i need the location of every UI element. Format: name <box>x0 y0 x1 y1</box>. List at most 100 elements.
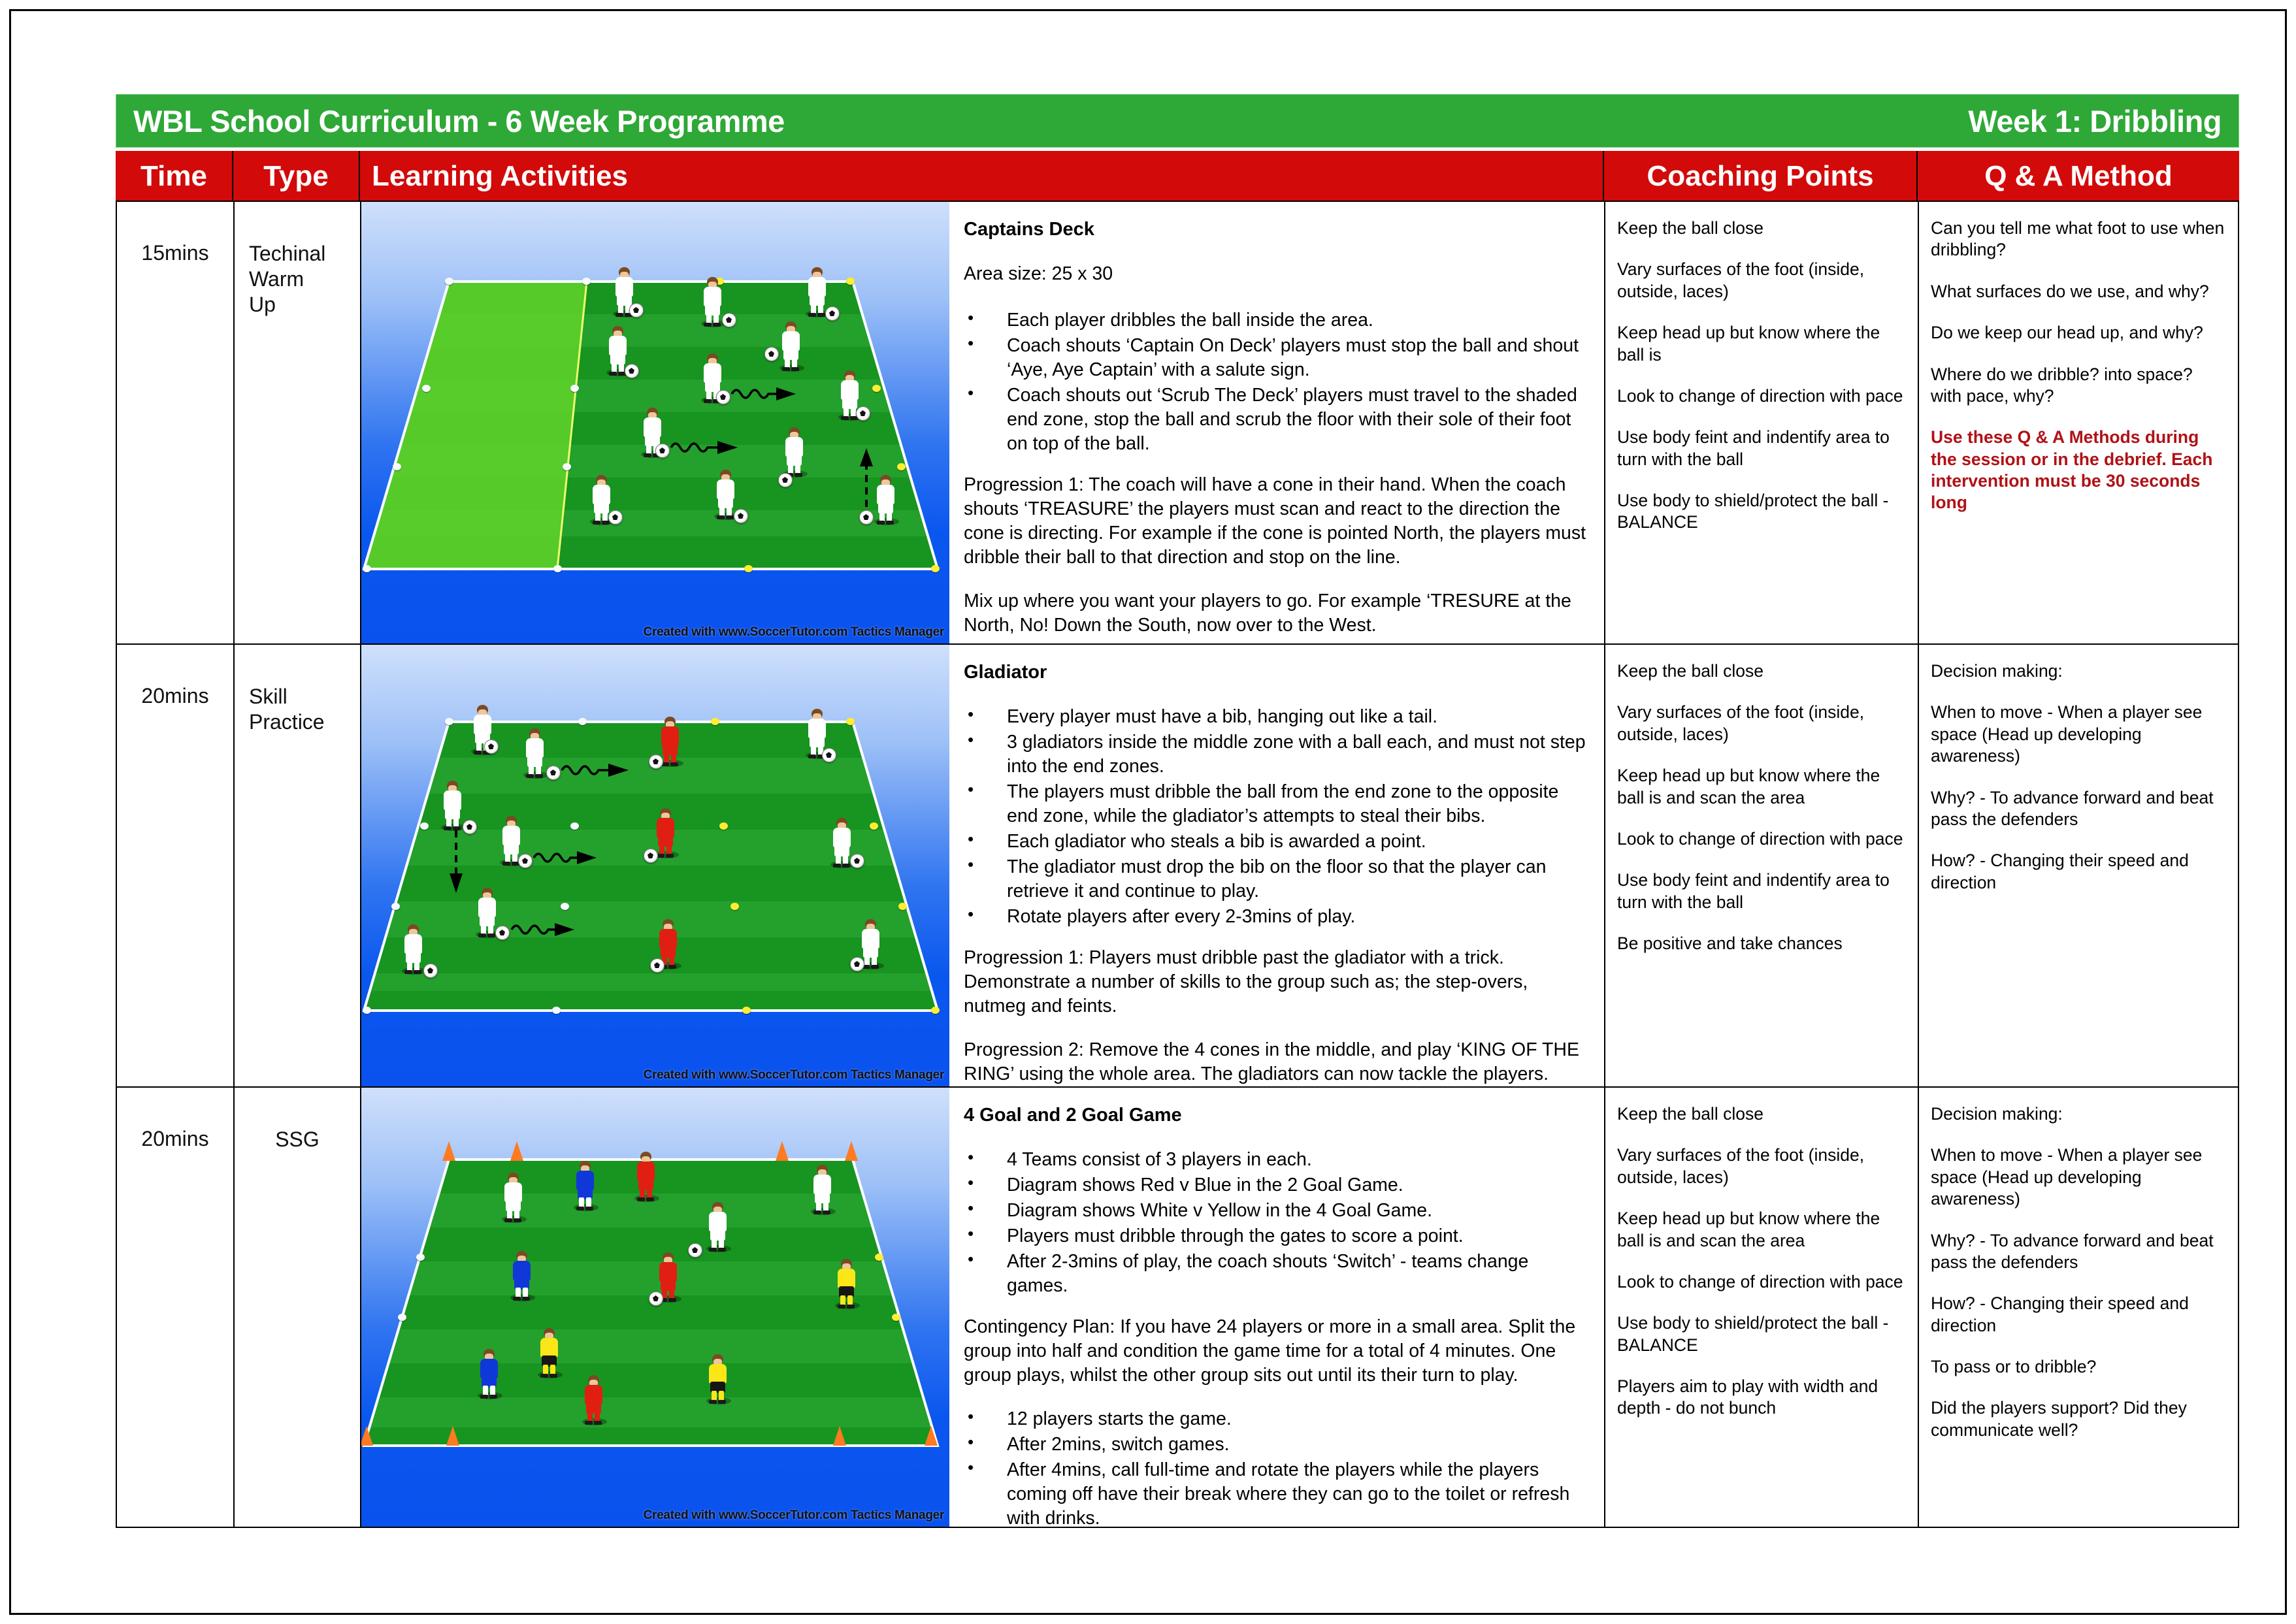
table-row: 20mins Skill Practice Created with www.S… <box>116 643 2239 1088</box>
row-type-1: Skill Practice <box>233 643 360 1088</box>
cone-white <box>570 385 579 392</box>
ball <box>722 313 736 327</box>
column-header-time: Time <box>116 151 233 202</box>
row-time-2: 20mins <box>116 1086 233 1528</box>
cone-yellow <box>931 565 940 572</box>
list-item: Every player must have a bib, hanging ou… <box>964 704 1591 729</box>
player-white <box>714 470 739 520</box>
run-arrow <box>860 448 873 507</box>
row-coaching-points-2: Keep the ball close Vary surfaces of the… <box>1604 1086 1918 1528</box>
row-type-label-1: Skill Practice <box>249 685 325 734</box>
player-blue <box>478 1349 502 1399</box>
cone-white <box>363 565 371 572</box>
player-white <box>811 1165 836 1215</box>
cone-white <box>445 718 453 725</box>
diagram-watermark: Created with www.SoccerTutor.com Tactics… <box>643 1068 945 1082</box>
table-row: 15mins Techinal Warm Up Created with www… <box>116 201 2239 645</box>
coaching-point: Keep head up but know where the ball is … <box>1617 1209 1880 1250</box>
title-bar: WBL School Curriculum - 6 Week Programme… <box>116 94 2239 148</box>
column-header-coaching-points: Coaching Points <box>1604 151 1918 202</box>
diagram-watermark: Created with www.SoccerTutor.com Tactics… <box>643 1508 945 1522</box>
ball <box>655 444 670 458</box>
ball <box>518 854 533 868</box>
qa-item: To pass or to dribble? <box>1931 1357 2097 1376</box>
cone-white <box>552 1007 561 1014</box>
row-type-0: Techinal Warm Up <box>233 201 360 645</box>
cone-white <box>578 718 587 725</box>
ball <box>625 364 639 378</box>
activity-paragraph: Progression 1: Players must dribble past… <box>964 947 1528 1017</box>
row-qa-0: Can you tell me what foot to use when dr… <box>1918 201 2239 645</box>
column-header-learning-activities: Learning Activities <box>360 151 1604 202</box>
cone-yellow <box>846 718 855 725</box>
coaching-point: Keep head up but know where the ball is … <box>1617 766 1880 807</box>
ball <box>546 766 561 780</box>
cone-white <box>416 1254 425 1261</box>
player-white <box>806 267 830 317</box>
list-item: Players must dribble through the gates t… <box>964 1223 1591 1248</box>
coaching-point: Keep head up but know where the ball is <box>1617 323 1880 365</box>
table-header-row: Time Type Learning Activities Coaching P… <box>116 151 2239 202</box>
activity-title-1: Gladiator <box>964 662 1047 683</box>
table-row: 20mins SSG Created with www.SoccerTutor.… <box>116 1086 2239 1528</box>
ball <box>650 958 664 973</box>
qa-item: Do we keep our head up, and why? <box>1931 323 2203 343</box>
row-qa-2: Decision making: When to move - When a p… <box>1918 1086 2239 1528</box>
ball <box>649 755 663 769</box>
ball <box>629 303 644 317</box>
player-white <box>701 277 726 327</box>
cone-yellow <box>846 278 855 285</box>
diagram-watermark: Created with www.SoccerTutor.com Tactics… <box>643 625 945 639</box>
ball <box>644 849 658 863</box>
player-white <box>523 728 548 779</box>
row-type-2: SSG <box>233 1086 360 1528</box>
player-white <box>783 427 808 478</box>
row-time-0: 15mins <box>116 201 233 645</box>
run-arrow <box>450 830 463 893</box>
list-item: Diagram shows White v Yellow in the 4 Go… <box>964 1197 1591 1223</box>
page-title: WBL School Curriculum - 6 Week Programme <box>133 103 785 138</box>
dribble-arrow <box>730 387 796 400</box>
activity-paragraph: Progression 2: Remove the 4 cones in the… <box>964 1039 1580 1085</box>
dribble-arrow <box>561 764 629 777</box>
cone-white <box>393 463 401 470</box>
qa-item: How? - Changing their speed and directio… <box>1931 851 2189 892</box>
activity-bullets-2: 4 Teams consist of 3 players in each. Di… <box>964 1146 1591 1298</box>
week-label: Week 1: Dribbling <box>1968 103 2222 138</box>
qa-item: Decision making: <box>1931 661 2063 681</box>
row-learning-activities-0: Created with www.SoccerTutor.com Tactics… <box>360 201 1604 645</box>
gladiator-diagram: Created with www.SoccerTutor.com Tactics… <box>361 645 949 1086</box>
list-item: The players must dribble the ball from t… <box>964 779 1591 828</box>
cone-orange <box>361 1426 373 1446</box>
cone-orange <box>442 1141 455 1161</box>
activity-text-0: Captains Deck Area size: 25 x 30 Each pl… <box>949 202 1604 643</box>
coaching-point: Use body to shield/protect the ball - BA… <box>1617 1313 1889 1355</box>
list-item: 3 gladiators inside the middle zone with… <box>964 729 1591 779</box>
ball <box>463 820 477 834</box>
qa-item: Did the players support? Did they commun… <box>1931 1398 2187 1440</box>
row-coaching-points-1: Keep the ball close Vary surfaces of the… <box>1604 643 1918 1088</box>
cone-white <box>561 903 569 910</box>
ball <box>850 957 864 971</box>
cone-white <box>582 278 591 285</box>
cone-white <box>391 903 400 910</box>
player-white <box>830 818 855 868</box>
activity-text-2: 4 Goal and 2 Goal Game 4 Teams consist o… <box>949 1088 1604 1527</box>
activity-bullets-2b: 12 players starts the game. After 2mins,… <box>964 1406 1591 1527</box>
qa-item: When to move - When a player see space (… <box>1931 702 2203 766</box>
player-blue <box>574 1161 599 1211</box>
cone-yellow <box>897 463 906 470</box>
coaching-point: Use body feint and indentify area to tur… <box>1617 870 1890 912</box>
activity-text-1: Gladiator Every player must have a bib, … <box>949 645 1604 1086</box>
dribble-arrow <box>510 923 574 936</box>
cone-orange <box>925 1426 938 1446</box>
cone-white <box>445 278 453 285</box>
coaching-point: Look to change of direction with pace <box>1617 828 1903 849</box>
activity-paragraph: Mix up where you want your players to go… <box>964 591 1571 636</box>
cone-yellow <box>875 1254 883 1261</box>
ball <box>850 854 864 868</box>
page-border: WBL School Curriculum - 6 Week Programme… <box>9 9 2287 1615</box>
player-white <box>402 924 427 975</box>
qa-note: Use these Q & A Methods during the sessi… <box>1931 427 2213 513</box>
cone-yellow <box>892 1314 900 1321</box>
